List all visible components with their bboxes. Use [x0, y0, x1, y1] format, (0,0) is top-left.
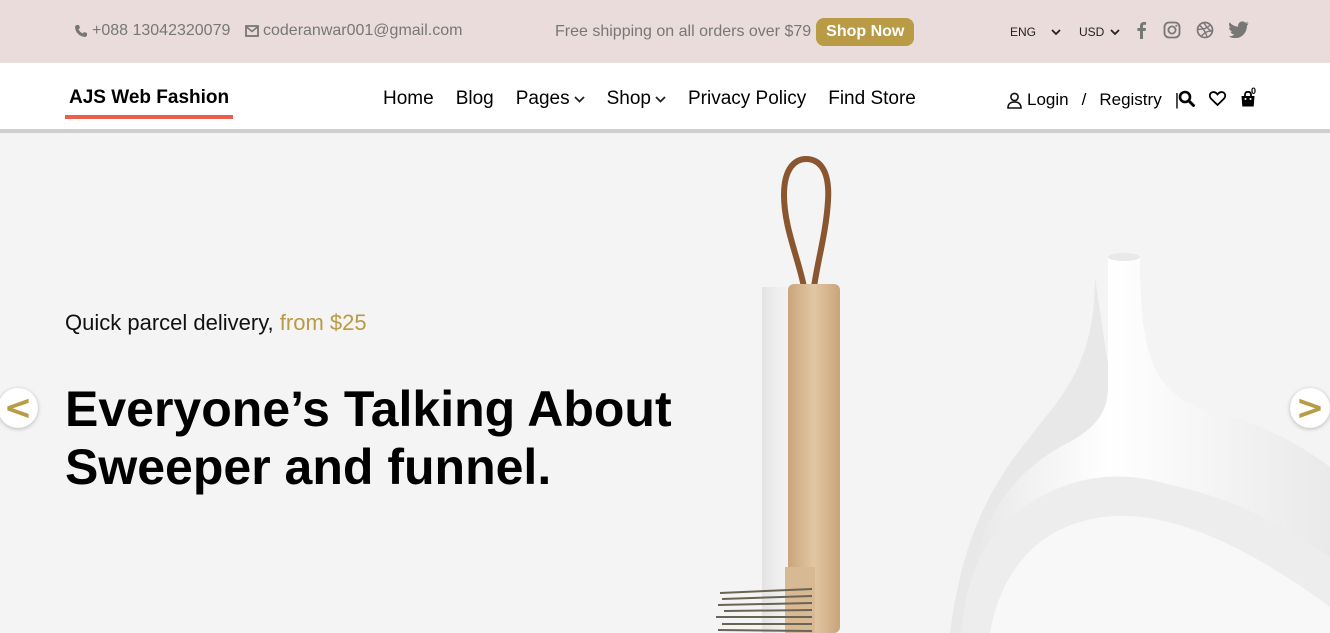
topbar: +088 13042320079 coderanwar001@gmail.com… [0, 0, 1330, 63]
facebook-icon[interactable] [1135, 21, 1147, 39]
hero-slider: Quick parcel delivery, from $25 Everyone… [0, 137, 1330, 633]
dribbble-icon[interactable] [1196, 21, 1214, 39]
main-nav: Home Blog Pages Shop Privacy Policy Find… [383, 88, 938, 110]
language-select[interactable]: ENG [1010, 25, 1061, 39]
promo-text: Free shipping on all orders over $79 [555, 23, 812, 40]
sweeper-funnel-image [716, 155, 1330, 633]
nav-shop-label: Shop [606, 88, 651, 109]
twitter-icon[interactable] [1229, 21, 1249, 38]
heart-icon[interactable] [1209, 91, 1226, 106]
currency-select[interactable]: USD [1079, 25, 1120, 39]
site-logo[interactable]: AJS Web Fashion [65, 87, 234, 119]
chevron-down-icon [655, 95, 666, 103]
account-links: Login / Registry | [1007, 90, 1192, 110]
nav-privacy-policy[interactable]: Privacy Policy [688, 88, 806, 110]
nav-pages-label: Pages [515, 88, 570, 109]
cart-icon[interactable]: 0 [1240, 86, 1256, 107]
header-icons: 0 [1178, 86, 1270, 107]
hero-subtitle-text: Quick parcel delivery, [65, 310, 274, 335]
nav-blog[interactable]: Blog [456, 88, 494, 110]
registry-link[interactable]: Registry [1099, 90, 1161, 110]
user-icon [1007, 92, 1022, 109]
language-value: ENG [1010, 25, 1037, 39]
envelope-icon [245, 25, 259, 37]
login-link[interactable]: Login [1027, 90, 1069, 110]
instagram-icon[interactable] [1163, 21, 1181, 39]
hero-subtitle: Quick parcel delivery, from $25 [65, 310, 367, 336]
nav-pages[interactable]: Pages [516, 88, 585, 110]
slider-next-button[interactable]: > [1290, 388, 1330, 428]
hero-title-line-2: Sweeper and funnel. [65, 439, 552, 495]
nav-home[interactable]: Home [383, 88, 434, 110]
hero-subtitle-price: from $25 [279, 310, 367, 335]
currency-value: USD [1079, 25, 1105, 39]
nav-find-store[interactable]: Find Store [828, 88, 916, 110]
slider-prev-button[interactable]: < [0, 388, 38, 428]
main-header: AJS Web Fashion Home Blog Pages Shop Pri… [0, 63, 1330, 133]
search-icon[interactable] [1178, 90, 1195, 107]
chevron-down-icon [1051, 28, 1061, 35]
email-contact[interactable]: coderanwar001@gmail.com [245, 22, 462, 40]
phone-icon [75, 25, 87, 37]
shop-now-button[interactable]: Shop Now [816, 18, 915, 46]
login-separator: / [1081, 90, 1087, 109]
hero-title-line-1: Everyone’s Talking About [65, 381, 672, 437]
nav-shop[interactable]: Shop [607, 88, 666, 110]
phone-number: +088 13042320079 [92, 22, 231, 39]
cart-count-badge: 0 [1251, 85, 1257, 96]
chevron-down-icon [1110, 28, 1120, 35]
email-address: coderanwar001@gmail.com [263, 22, 463, 39]
chevron-down-icon [573, 95, 585, 103]
phone-contact[interactable]: +088 13042320079 [74, 22, 230, 40]
promo-banner: Free shipping on all orders over $79 Sho… [555, 18, 915, 46]
hero-title: Everyone’s Talking About Sweeper and fun… [65, 380, 725, 496]
